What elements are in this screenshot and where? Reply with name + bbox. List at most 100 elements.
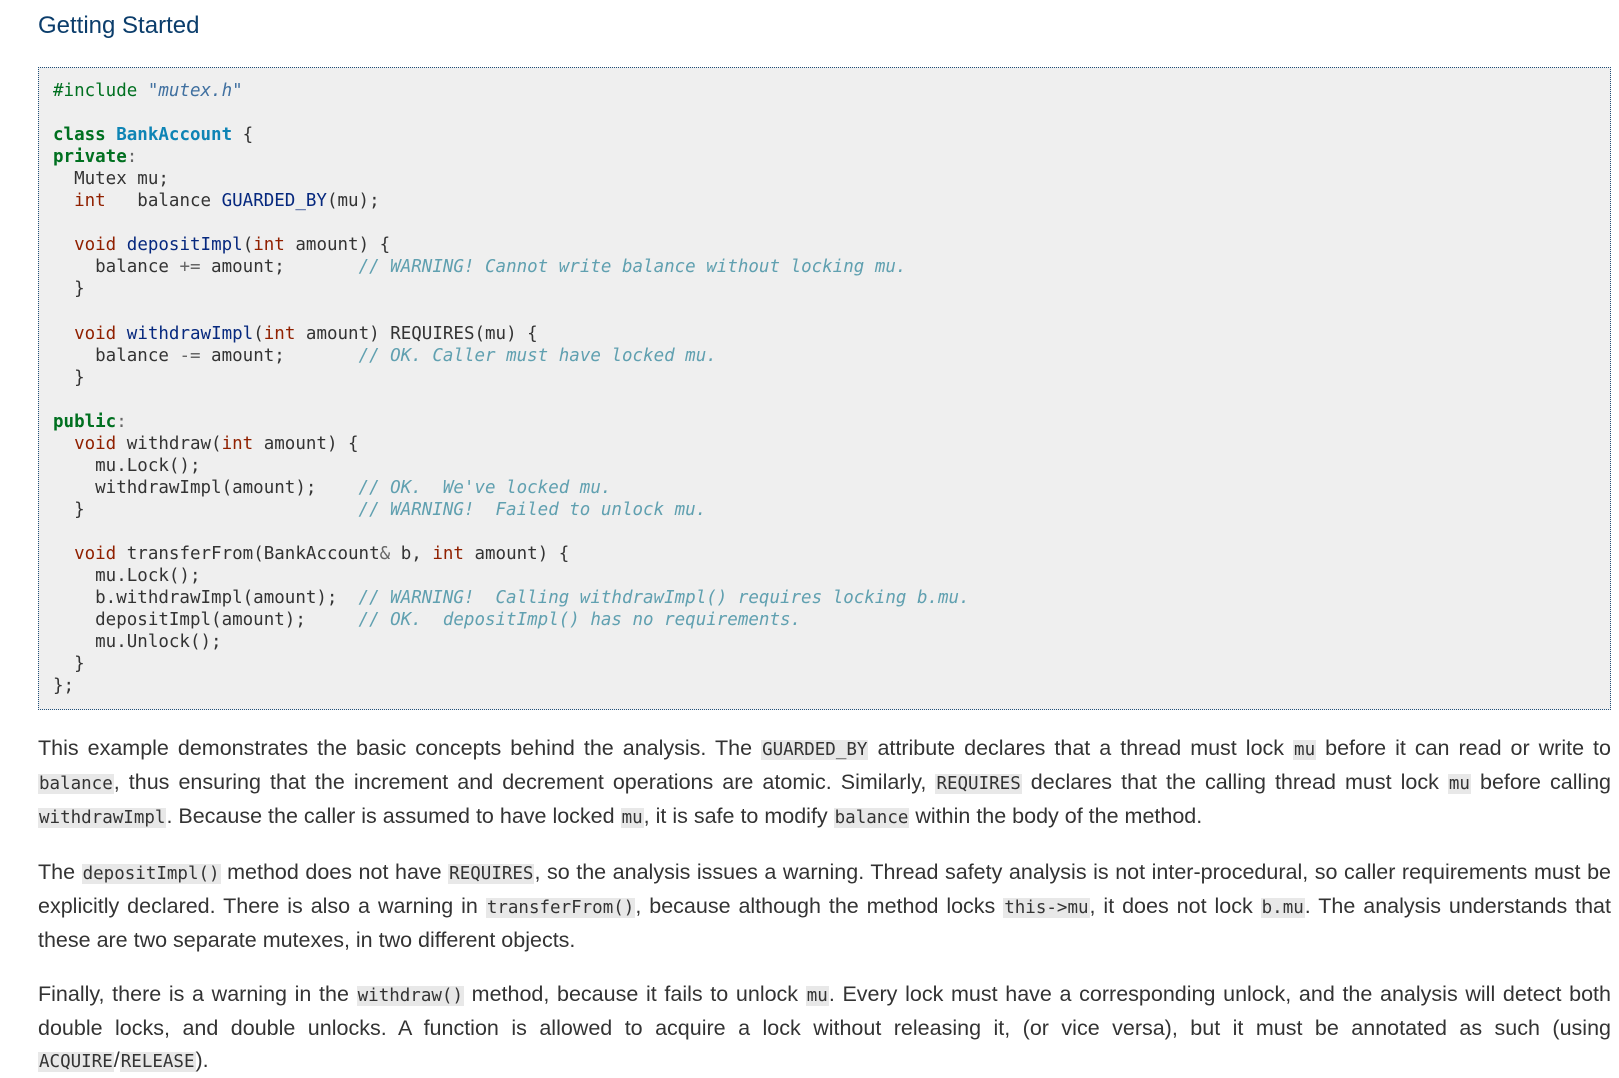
code-token: void	[74, 543, 117, 564]
inline-code: mu	[805, 986, 829, 1007]
inline-code: depositImpl()	[81, 864, 221, 885]
code-token: int	[263, 323, 296, 344]
code-token: (mu);	[326, 191, 380, 212]
inline-code: GUARDED_BY	[761, 740, 869, 761]
code-token: int	[74, 191, 106, 212]
code-line: };	[53, 675, 1597, 697]
code-token: &	[379, 543, 391, 564]
inline-code: this->mu	[1003, 898, 1090, 919]
code-token: class	[53, 125, 106, 146]
code-token: "mutex.h"	[147, 81, 243, 101]
code-token: (	[253, 323, 264, 344]
paragraph-text: declares that the calling thread must lo…	[1021, 770, 1448, 795]
paragraph-text: , it does not lock	[1089, 894, 1261, 919]
code-token: withdrawImpl(amount);	[53, 477, 359, 498]
code-token: (	[242, 235, 254, 256]
code-comment: // OK. Caller must have locked mu.	[358, 345, 717, 366]
inline-code: balance	[38, 774, 114, 795]
paragraph-text: This example demonstrates the basic conc…	[38, 736, 762, 761]
code-token: balance	[53, 345, 180, 366]
code-line: void transferFrom(BankAccount& b, int am…	[53, 543, 1597, 565]
code-line: balance += amount; // WARNING! Cannot wr…	[53, 256, 1597, 278]
paragraph-text: . Because the caller is assumed to have …	[166, 804, 621, 829]
inline-code: mu	[1447, 774, 1471, 795]
code-token: };	[53, 676, 75, 697]
inline-code: balance	[833, 808, 910, 829]
code-token: amount;	[200, 345, 359, 366]
code-token: transferFrom(BankAccount	[116, 543, 380, 564]
code-line: void withdraw(int amount) {	[53, 433, 1597, 455]
code-token: depositImpl	[126, 235, 243, 256]
code-token: }	[53, 499, 359, 520]
code-token: void	[74, 433, 117, 454]
code-token: :	[126, 147, 138, 168]
inline-code: b.mu	[1260, 898, 1305, 919]
paragraph-text: /	[113, 1048, 120, 1073]
code-line: mu.Lock();	[53, 455, 1597, 477]
paragraph-text: ).	[195, 1048, 209, 1073]
inline-code: withdraw()	[356, 986, 464, 1007]
code-token: }	[53, 367, 85, 388]
paragraph-text: The	[38, 860, 82, 885]
code-token: b.withdrawImpl(amount);	[53, 588, 359, 609]
code-line: public:	[53, 411, 1597, 433]
code-token: amount) {	[463, 543, 570, 564]
document-content: Getting Started #include "mutex.h" class…	[38, 0, 1611, 1078]
code-comment: // OK. depositImpl() has no requirements…	[358, 610, 802, 631]
paragraph-deposit-impl: The depositImpl() method does not have R…	[38, 856, 1611, 956]
code-line: depositImpl(amount); // OK. depositImpl(…	[53, 609, 1597, 631]
code-token: :	[116, 411, 127, 432]
code-token: balance	[53, 257, 180, 278]
inline-code: REQUIRES	[448, 864, 535, 885]
code-line: mu.Lock();	[53, 565, 1597, 587]
code-line: b.withdrawImpl(amount); // WARNING! Call…	[53, 587, 1597, 609]
code-comment: // OK. We've locked mu.	[358, 477, 612, 498]
code-line: withdrawImpl(amount); // OK. We've locke…	[53, 477, 1597, 499]
paragraph-text: within the body of the method.	[909, 804, 1203, 829]
code-line: Mutex mu;	[53, 168, 1597, 190]
code-token: int	[253, 235, 285, 256]
inline-code: REQUIRES	[935, 774, 1022, 795]
paragraph-text: , because although the method locks	[635, 894, 1004, 919]
code-line: }	[53, 367, 1597, 389]
code-line: balance -= amount; // OK. Caller must ha…	[53, 345, 1597, 367]
code-token: #include	[53, 81, 148, 101]
code-token: amount) REQUIRES(mu) {	[295, 323, 538, 344]
code-token: BankAccount	[116, 125, 233, 146]
paragraph-text: attribute declares that a thread must lo…	[868, 736, 1294, 761]
code-token: GUARDED_BY	[221, 191, 327, 212]
code-comment: // WARNING! Cannot write balance without…	[358, 257, 907, 278]
code-token: mu.Unlock();	[53, 632, 222, 653]
code-token: mu.Lock();	[53, 455, 201, 476]
code-line: int balance GUARDED_BY(mu);	[53, 190, 1597, 212]
code-line: void withdrawImpl(int amount) REQUIRES(m…	[53, 323, 1597, 345]
code-token: +=	[179, 257, 201, 278]
code-line: } // WARNING! Failed to unlock mu.	[53, 499, 1597, 521]
code-token: amount;	[200, 257, 359, 278]
code-line: void depositImpl(int amount) {	[53, 234, 1597, 256]
code-token: int	[221, 433, 254, 454]
inline-code: mu	[1293, 740, 1317, 761]
paragraph-text: before it can read or write to	[1316, 736, 1611, 761]
inline-code: withdrawImpl	[38, 808, 167, 829]
code-comment: // WARNING! Calling withdrawImpl() requi…	[358, 588, 970, 609]
code-line: #include "mutex.h"	[53, 80, 1597, 102]
paragraph-text: method, because it fails to unlock	[463, 982, 806, 1007]
paragraph-text: before calling	[1470, 770, 1611, 795]
code-line: }	[53, 278, 1597, 300]
section-heading: Getting Started	[38, 12, 200, 39]
code-token: mu.Lock();	[53, 566, 201, 587]
code-token: }	[53, 654, 85, 675]
code-token: }	[53, 279, 85, 300]
code-token: void	[74, 235, 117, 256]
